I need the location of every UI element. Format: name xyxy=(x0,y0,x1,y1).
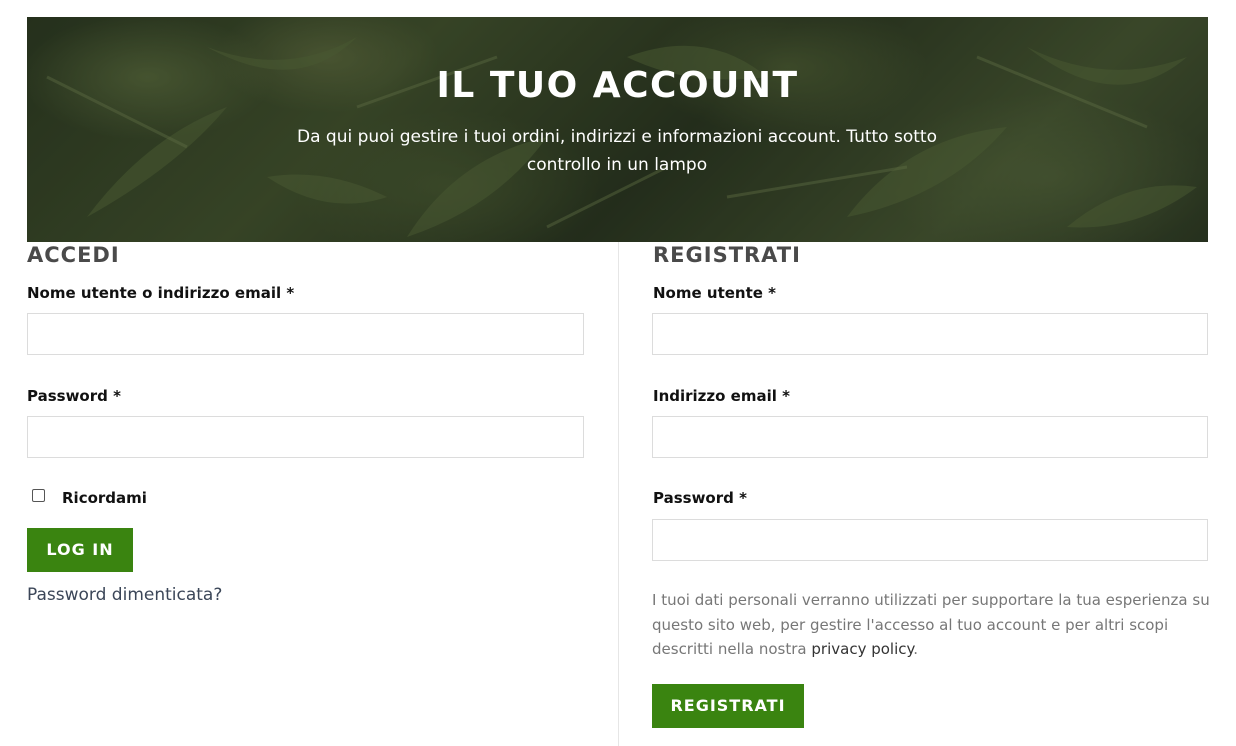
page-title: IL TUO ACCOUNT xyxy=(436,65,799,106)
privacy-notice-end: . xyxy=(913,640,919,658)
register-password-label: Password * xyxy=(653,489,747,507)
remember-me-label: Ricordami xyxy=(62,489,147,507)
privacy-notice-text: I tuoi dati personali verranno utilizzat… xyxy=(652,591,1210,658)
remember-me-checkbox[interactable] xyxy=(32,489,45,502)
register-username-label: Nome utente * xyxy=(653,284,776,302)
login-button[interactable]: LOG IN xyxy=(27,528,133,572)
login-username-label: Nome utente o indirizzo email * xyxy=(27,284,295,302)
hero-banner: IL TUO ACCOUNT Da qui puoi gestire i tuo… xyxy=(27,17,1208,242)
register-email-field[interactable] xyxy=(652,416,1208,458)
register-heading: REGISTRATI xyxy=(653,243,801,267)
register-password-field[interactable] xyxy=(652,519,1208,561)
privacy-policy-link[interactable]: privacy policy xyxy=(811,640,913,658)
column-divider xyxy=(618,242,619,746)
page-subtitle: Da qui puoi gestire i tuoi ordini, indir… xyxy=(297,127,937,175)
lost-password-link[interactable]: Password dimenticata? xyxy=(27,585,222,605)
login-username-field[interactable] xyxy=(27,313,584,355)
login-password-label: Password * xyxy=(27,387,121,405)
register-username-field[interactable] xyxy=(652,313,1208,355)
login-heading: ACCEDI xyxy=(27,243,120,267)
privacy-notice: I tuoi dati personali verranno utilizzat… xyxy=(652,588,1212,662)
register-email-label: Indirizzo email * xyxy=(653,387,790,405)
login-password-field[interactable] xyxy=(27,416,584,458)
register-button[interactable]: REGISTRATI xyxy=(652,684,804,728)
